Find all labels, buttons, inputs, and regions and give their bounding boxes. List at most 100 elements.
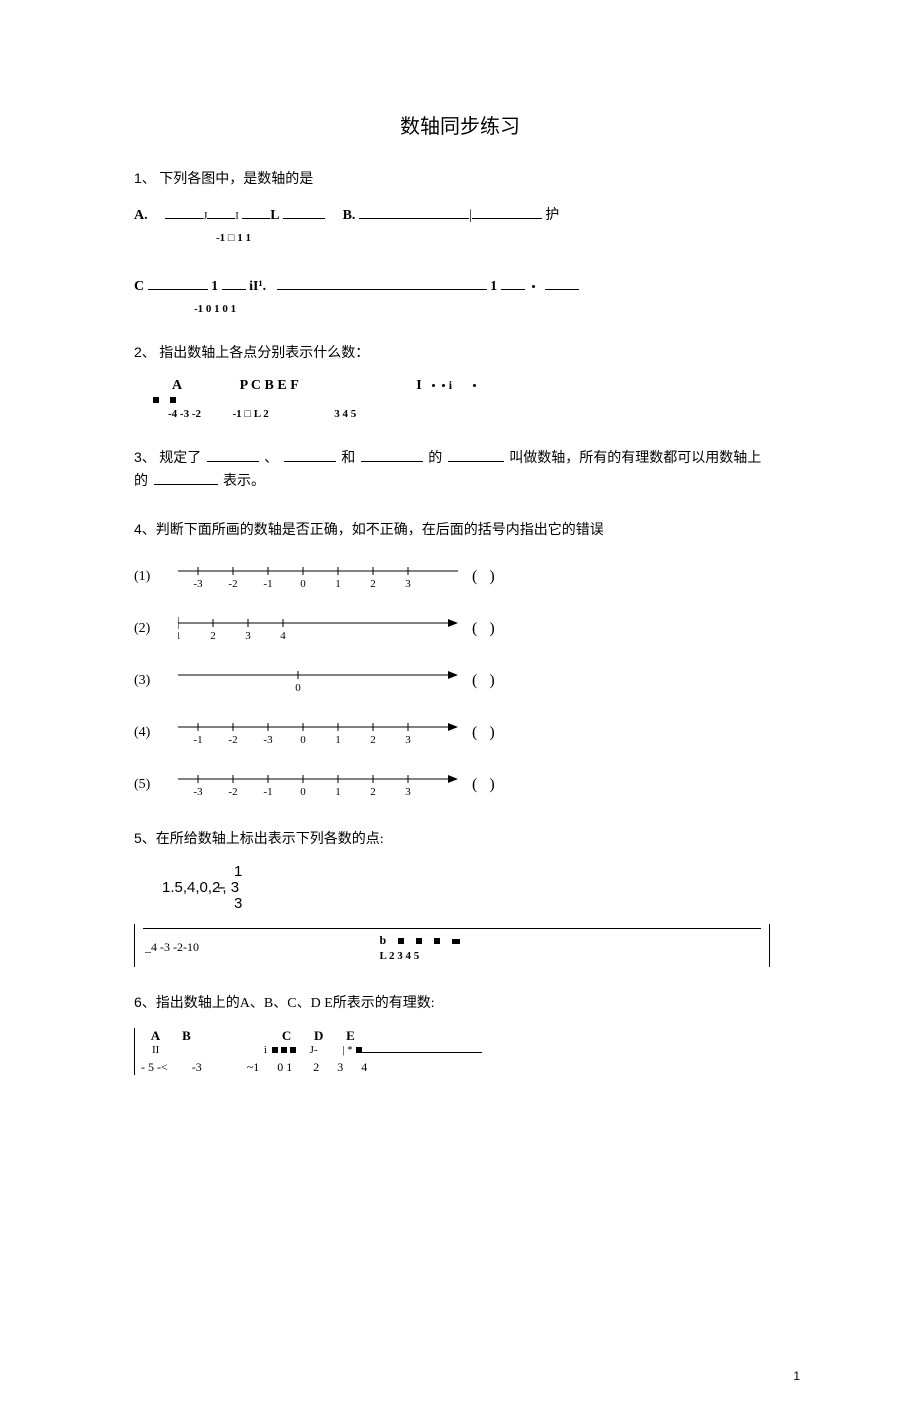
svg-text:-3: -3 — [263, 734, 273, 746]
svg-text:3: 3 — [245, 630, 251, 642]
q4-number: 4、 — [134, 521, 156, 537]
q1-c-right: 1 — [490, 279, 497, 294]
question-4: 4、判断下面所画的数轴是否正确，如不正确，在后面的括号内指出它的错误 — [134, 518, 770, 543]
svg-text:4: 4 — [280, 630, 286, 642]
q3-t4: 的 — [428, 451, 442, 466]
svg-text:2: 2 — [370, 578, 376, 590]
svg-text:3: 3 — [405, 786, 411, 798]
question-1: 1、 下列各图中，是数轴的是 — [134, 167, 770, 192]
q3-blank-3[interactable] — [361, 448, 423, 462]
q5-right-L: L 2 3 4 5 — [380, 950, 420, 962]
q2-ticks-right: 3 4 5 — [334, 408, 356, 420]
svg-text:0: 0 — [300, 734, 306, 746]
svg-text:0: 0 — [300, 578, 306, 590]
q4-paren[interactable]: ( ) — [472, 568, 495, 586]
q1-a-ticks: -1 □ 1 1 — [216, 232, 251, 244]
q3-blank-5[interactable] — [154, 471, 218, 485]
q1-opt-a-label: A. — [134, 208, 148, 223]
q5-nums-line: 1.5,4,0,2- — [162, 879, 225, 896]
svg-text:2: 2 — [370, 734, 376, 746]
svg-text:3: 3 — [405, 578, 411, 590]
q6-marks-r: J- | * — [310, 1044, 353, 1056]
q5-left-ticks: _4 -3 -2-10 — [145, 940, 199, 954]
svg-text:-2: -2 — [228, 734, 237, 746]
q1-option-c-row: C 1 iI¹. 1 — [134, 276, 770, 295]
q3-t6: 的 — [134, 474, 148, 489]
svg-text:2: 2 — [210, 630, 216, 642]
q2-prompt: 指出数轴上各点分别表示什么数： — [159, 346, 369, 361]
q5-prompt: 在所给数轴上标出表示下列各数的点: — [156, 832, 384, 847]
q4-paren[interactable]: ( ) — [472, 620, 495, 638]
q1-b-tail: 护 — [545, 208, 559, 223]
q6-number: 6、 — [134, 994, 156, 1010]
svg-text:1: 1 — [335, 734, 341, 746]
q1-option-a-row: A. JI L B. | 护 — [134, 204, 770, 224]
svg-text:-3: -3 — [193, 786, 203, 798]
question-5: 5、在所给数轴上标出表示下列各数的点: — [134, 827, 770, 852]
svg-text:0: 0 — [300, 786, 306, 798]
q4-label: (4) — [134, 725, 164, 741]
q1-c-mid: 1 — [211, 279, 218, 294]
question-3: 3、 规定了 、 和 的 叫做数轴，所有的有理数都可以用数轴上 的 表示。 — [134, 446, 770, 495]
q2-number: 2、 — [134, 344, 156, 360]
q1-prompt: 下列各图中，是数轴的是 — [159, 172, 313, 187]
q4-line-1: (1) -3 -2 -1 0 1 2 3 ( ) — [134, 559, 770, 595]
q3-blank-1[interactable] — [207, 448, 259, 462]
question-6: 6、指出数轴上的A、B、C、D E所表示的有理数: — [134, 991, 770, 1016]
q5-frac-bot: 3 — [234, 896, 242, 913]
svg-text:-1: -1 — [263, 578, 272, 590]
q1-a-L: L — [270, 208, 279, 223]
q3-t1: 规定了 — [159, 451, 201, 466]
q3-blank-2[interactable] — [284, 448, 336, 462]
q3-t2: 、 — [264, 451, 278, 466]
q4-paren[interactable]: ( ) — [472, 672, 495, 690]
q2-ticks-left: -4 -3 -2 — [168, 408, 201, 420]
svg-text:1: 1 — [335, 578, 341, 590]
q4-line-5: (5) -3 -2 -1 0 1 2 3 ( ) — [134, 767, 770, 803]
q3-t3: 和 — [341, 451, 355, 466]
svg-text:1: 1 — [335, 786, 341, 798]
svg-text:1: 1 — [178, 630, 181, 642]
q2-ticks-mid: -1 □ L 2 — [233, 408, 269, 420]
q1-opt-c-label: C — [134, 279, 144, 294]
svg-text:3: 3 — [405, 734, 411, 746]
q4-label: (1) — [134, 569, 164, 585]
q3-t5: 叫做数轴，所有的有理数都可以用数轴上 — [509, 451, 761, 466]
q4-line-4: (4) -1 -2 -3 0 1 2 3 ( ) — [134, 715, 770, 751]
q3-blank-4[interactable] — [448, 448, 504, 462]
svg-text:-2: -2 — [228, 578, 237, 590]
page-number: 1 — [793, 1369, 800, 1383]
q4-paren[interactable]: ( ) — [472, 724, 495, 742]
q1-c-ticks: -1 0 1 0 1 — [194, 303, 236, 315]
svg-text:2: 2 — [370, 786, 376, 798]
svg-text:-1: -1 — [193, 734, 202, 746]
q2-letter-I: I — [416, 378, 421, 394]
q3-number: 3、 — [134, 449, 156, 465]
q6-marks: II i — [152, 1044, 267, 1056]
q6-ticks: - 5 -< -3 ~1 0 1 2 3 4 — [141, 1060, 770, 1075]
q6-letters: A B C D E — [151, 1028, 355, 1043]
svg-text:-2: -2 — [228, 786, 237, 798]
q5-frac-top: 1 — [234, 864, 242, 881]
q4-line-3: (3) 0 ( ) — [134, 663, 770, 699]
q3-t7: 表示。 — [223, 474, 265, 489]
q4-label: (3) — [134, 673, 164, 689]
q6-numberline-box: A B C D E II i J- | * - 5 -< -3 ~1 0 1 2 — [134, 1028, 770, 1075]
q2-letters-mid: P C B E F — [240, 378, 299, 394]
q4-paren[interactable]: ( ) — [472, 776, 495, 794]
svg-text:0: 0 — [295, 682, 301, 694]
q5-number: 5、 — [134, 830, 156, 846]
svg-text:-1: -1 — [263, 786, 272, 798]
q6-prompt: 指出数轴上的A、B、C、D E所表示的有理数: — [156, 996, 435, 1011]
q4-number-lines: (1) -3 -2 -1 0 1 2 3 ( ) (2) 1 2 3 4 ( ) (3) 0 ( ) (4) -1 -2… — [134, 559, 770, 803]
q4-label: (5) — [134, 777, 164, 793]
q1-c-il: iI¹. — [249, 279, 266, 294]
q4-line-2: (2) 1 2 3 4 ( ) — [134, 611, 770, 647]
page-title: 数轴同步练习 — [0, 110, 920, 139]
svg-text:-3: -3 — [193, 578, 203, 590]
q4-label: (2) — [134, 621, 164, 637]
question-2: 2、 指出数轴上各点分别表示什么数： — [134, 341, 770, 366]
q4-prompt: 判断下面所画的数轴是否正确，如不正确，在后面的括号内指出它的错误 — [156, 523, 604, 538]
q5-nums-after: -, 3 — [217, 879, 239, 896]
q5-numberline-box: _4 -3 -2-10 b L 2 3 4 5 — [134, 924, 770, 967]
